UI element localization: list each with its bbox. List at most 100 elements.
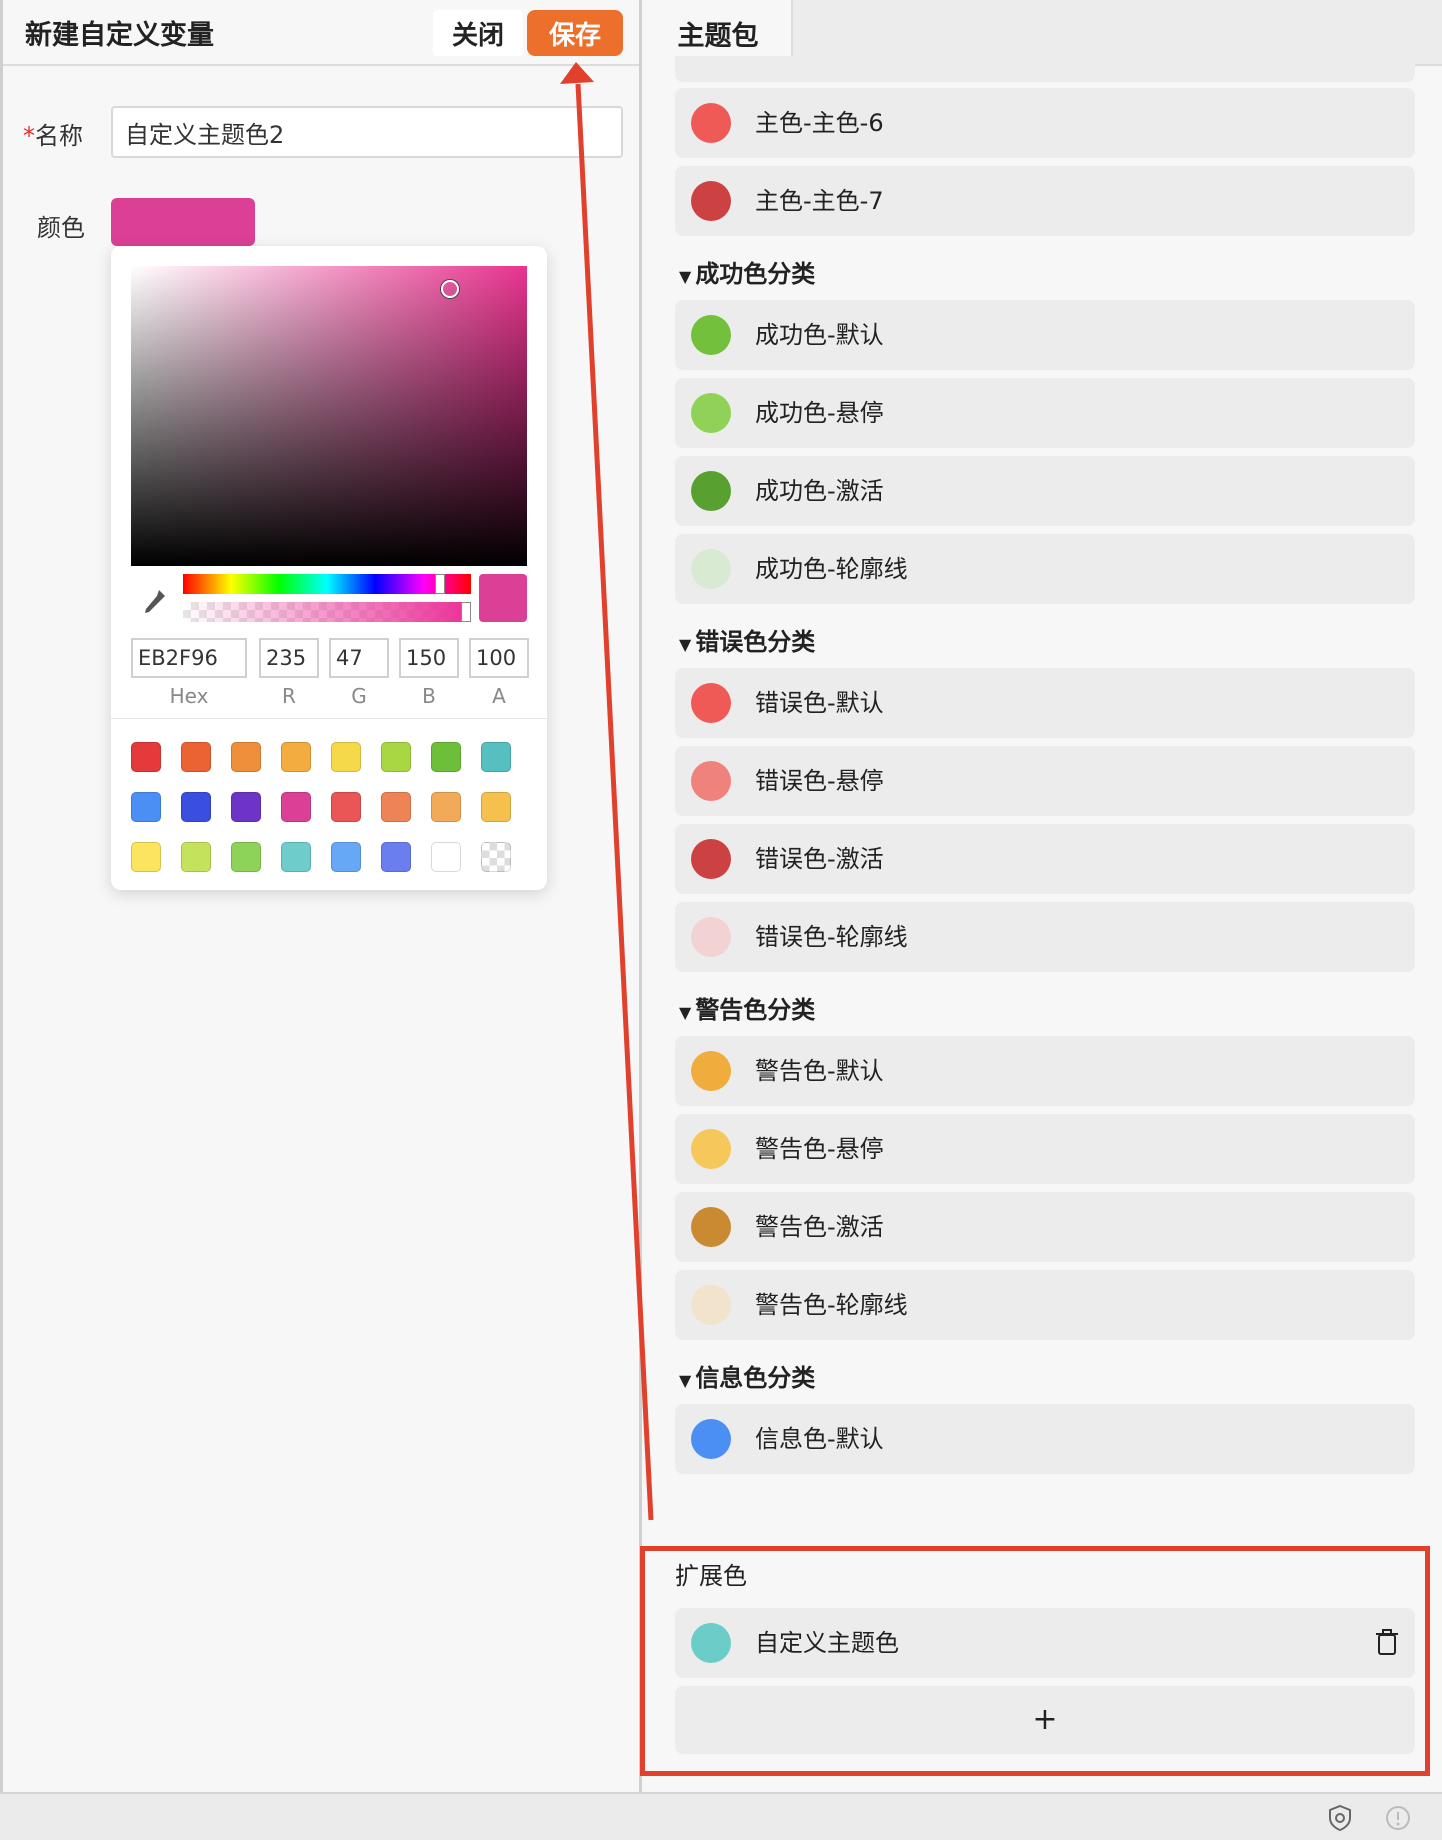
category-header[interactable]: ▼ 警告色分类 (679, 990, 815, 1025)
caret-down-icon: ▼ (679, 635, 692, 654)
close-button[interactable]: 关闭 (433, 10, 523, 56)
color-variable-label: 警告色-悬停 (755, 1135, 884, 1163)
color-dot (691, 103, 731, 143)
picker-divider (111, 718, 547, 719)
r-label: R (282, 684, 296, 708)
preset-swatch[interactable] (281, 842, 311, 872)
r-input[interactable] (259, 638, 319, 678)
name-label: *名称 (23, 116, 83, 151)
color-dot (691, 181, 731, 221)
caret-down-icon: ▼ (679, 1003, 692, 1022)
list-item-partial (675, 56, 1415, 82)
color-dot (691, 761, 731, 801)
color-preview (479, 574, 527, 622)
hex-input[interactable] (131, 638, 247, 678)
color-variable-label: 错误色-轮廓线 (755, 923, 908, 951)
color-variable-row[interactable]: 警告色-轮廓线 (675, 1270, 1415, 1340)
color-variable-label: 警告色-激活 (755, 1213, 884, 1241)
category-header[interactable]: ▼ 成功色分类 (679, 254, 815, 289)
preset-swatch[interactable] (331, 742, 361, 772)
status-bar (0, 1792, 1442, 1840)
preset-swatch[interactable] (481, 792, 511, 822)
color-dot (691, 683, 731, 723)
category-title: 成功色分类 (695, 260, 816, 288)
saturation-brightness-area[interactable] (131, 266, 527, 566)
preset-swatch[interactable] (331, 792, 361, 822)
preset-swatch[interactable] (181, 742, 211, 772)
color-variable-label: 成功色-激活 (755, 477, 884, 505)
preset-swatch[interactable] (281, 742, 311, 772)
preset-swatch[interactable] (181, 792, 211, 822)
info-icon[interactable] (1384, 1804, 1412, 1832)
preset-swatch[interactable] (431, 792, 461, 822)
color-variable-row[interactable]: 错误色-激活 (675, 824, 1415, 894)
color-variable-row[interactable]: 警告色-默认 (675, 1036, 1415, 1106)
shield-icon[interactable] (1326, 1804, 1354, 1832)
color-dot (691, 315, 731, 355)
color-dot (691, 1419, 731, 1459)
preset-swatch[interactable] (381, 742, 411, 772)
category-header[interactable]: ▼ 错误色分类 (679, 622, 815, 657)
preset-swatch[interactable] (181, 842, 211, 872)
preset-swatch[interactable] (231, 742, 261, 772)
category-header[interactable]: ▼ 信息色分类 (679, 1358, 815, 1393)
hex-label: Hex (169, 684, 209, 708)
color-dot (691, 1129, 731, 1169)
color-variable-label: 信息色-默认 (755, 1425, 884, 1453)
color-variable-row[interactable]: 成功色-激活 (675, 456, 1415, 526)
color-variable-row[interactable]: 成功色-轮廓线 (675, 534, 1415, 604)
color-variable-row[interactable]: 警告色-悬停 (675, 1114, 1415, 1184)
variable-editor-panel: 新建自定义变量 关闭 保存 *名称 颜色 Hex R G B A (0, 0, 642, 1792)
name-field[interactable] (111, 106, 623, 158)
saturation-handle[interactable] (441, 280, 459, 298)
color-variable-row[interactable]: 成功色-悬停 (675, 378, 1415, 448)
save-button[interactable]: 保存 (527, 10, 623, 56)
b-label: B (422, 684, 436, 708)
caret-down-icon: ▼ (679, 1371, 692, 1390)
color-variable-row[interactable]: 成功色-默认 (675, 300, 1415, 370)
preset-swatch[interactable] (331, 842, 361, 872)
preset-swatch[interactable] (231, 842, 261, 872)
preset-swatch[interactable] (431, 842, 461, 872)
a-input[interactable] (469, 638, 529, 678)
color-variable-row[interactable]: 主色-主色-7 (675, 166, 1415, 236)
preset-swatch[interactable] (431, 742, 461, 772)
color-variable-label: 警告色-轮廓线 (755, 1291, 908, 1319)
color-dot (691, 471, 731, 511)
color-variable-row[interactable]: 错误色-默认 (675, 668, 1415, 738)
preset-swatch[interactable] (381, 842, 411, 872)
color-variable-label: 警告色-默认 (755, 1057, 884, 1085)
hue-slider[interactable] (183, 574, 471, 594)
hue-slider-handle[interactable] (435, 574, 445, 594)
eyedropper-icon[interactable] (139, 586, 169, 620)
color-variable-row[interactable]: 错误色-轮廓线 (675, 902, 1415, 972)
preset-swatch[interactable] (281, 792, 311, 822)
b-input[interactable] (399, 638, 459, 678)
preset-swatch[interactable] (381, 792, 411, 822)
preset-swatch[interactable] (131, 792, 161, 822)
color-variable-label: 主色-主色-6 (755, 109, 884, 137)
preset-swatch[interactable] (481, 742, 511, 772)
color-swatch-button[interactable] (111, 198, 255, 246)
color-dot (691, 1207, 731, 1247)
color-variable-row[interactable]: 警告色-激活 (675, 1192, 1415, 1262)
theme-pack-panel: 主题包 主色-主色-6 主色-主色-7 ▼ 成功色分类 成功色-默认 成功色-悬停 成功色-… (645, 0, 1442, 1792)
color-variable-row[interactable]: 信息色-默认 (675, 1404, 1415, 1474)
color-variable-label: 错误色-默认 (755, 689, 884, 717)
color-dot (691, 839, 731, 879)
color-dot (691, 393, 731, 433)
color-variable-label: 成功色-默认 (755, 321, 884, 349)
preset-swatch[interactable] (231, 792, 261, 822)
color-variable-row[interactable]: 主色-主色-6 (675, 88, 1415, 158)
color-picker-popover: Hex R G B A (111, 246, 547, 890)
alpha-slider-handle[interactable] (461, 602, 471, 622)
preset-swatch[interactable] (481, 842, 511, 872)
category-title: 信息色分类 (695, 1364, 816, 1392)
alpha-slider[interactable] (183, 602, 471, 622)
preset-swatch[interactable] (131, 742, 161, 772)
preset-swatch[interactable] (131, 842, 161, 872)
g-input[interactable] (329, 638, 389, 678)
category-title: 错误色分类 (695, 628, 816, 656)
color-dot (691, 917, 731, 957)
color-variable-row[interactable]: 错误色-悬停 (675, 746, 1415, 816)
